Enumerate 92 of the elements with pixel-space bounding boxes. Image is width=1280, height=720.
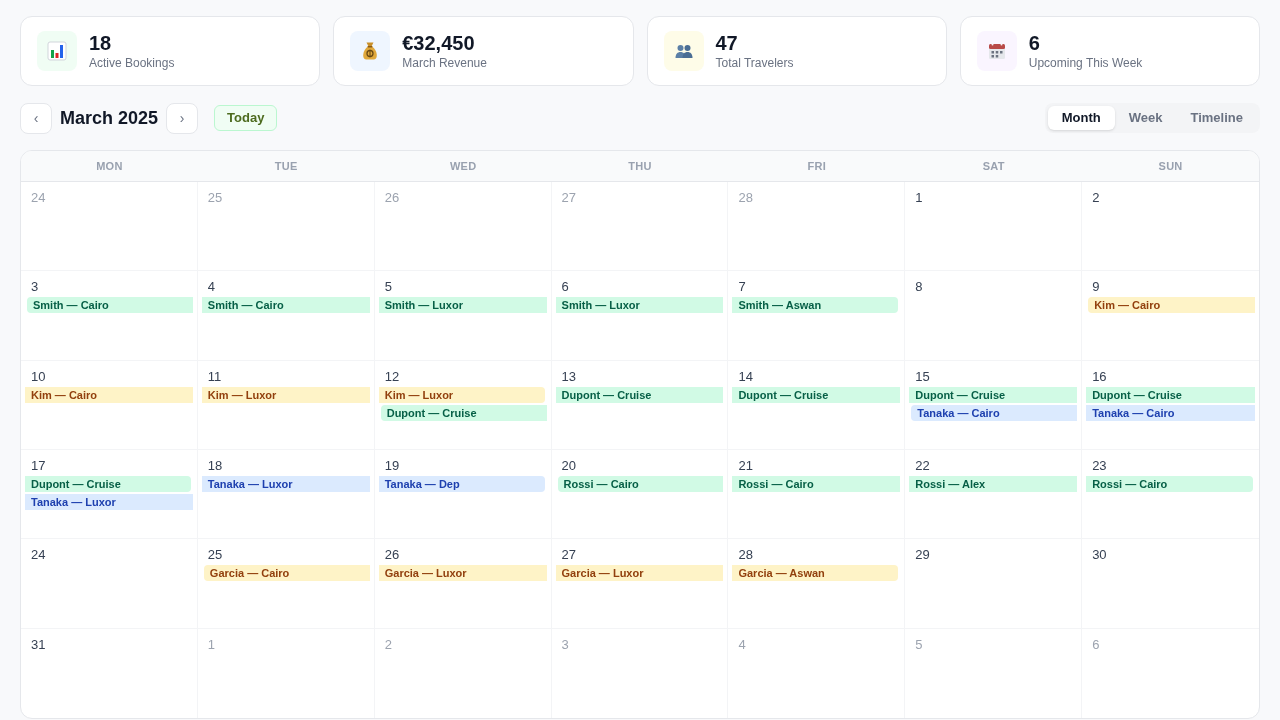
next-month-button[interactable]: ›: [166, 102, 199, 134]
prev-month-button[interactable]: ‹: [20, 102, 52, 134]
day-number: 12: [384, 368, 400, 385]
weekday-label: MON: [96, 158, 123, 174]
booking-event[interactable]: Tanaka — Cairo: [911, 404, 1078, 421]
booking-event[interactable]: Tanaka — Dep: [378, 476, 545, 492]
weekday-label: WED: [449, 158, 477, 174]
day-number: 3: [561, 636, 569, 653]
booking-event[interactable]: Smith — Cairo: [201, 297, 370, 314]
stat-value: 6: [1028, 31, 1041, 55]
stat-label: Total Travelers: [715, 55, 794, 71]
day-number: 31: [31, 636, 46, 653]
booking-event[interactable]: Dupont — Cruise: [909, 386, 1078, 403]
day-number: 27: [561, 547, 577, 564]
booking-event[interactable]: Kim — Cairo: [25, 386, 193, 403]
day-number: 5: [915, 636, 923, 653]
day-number: 21: [738, 458, 753, 474]
stat-value: 47: [715, 31, 739, 55]
stat-value: €32,450: [402, 31, 476, 55]
booking-event[interactable]: Dupont — Cruise: [732, 386, 901, 403]
booking-event[interactable]: Tanaka — Luxor: [25, 494, 193, 510]
day-number: 2: [384, 636, 392, 653]
day-number: 6: [1092, 636, 1100, 653]
booking-event[interactable]: Garcia — Luxor: [378, 565, 547, 582]
booking-event[interactable]: Dupont — Cruise: [25, 476, 191, 492]
day-number: 20: [561, 458, 577, 474]
day-number: 3: [31, 279, 39, 296]
booking-event[interactable]: Rossi — Alex: [909, 476, 1078, 492]
day-number: 18: [207, 458, 223, 474]
stat-label: Active Bookings: [89, 55, 175, 71]
weekday-label: SAT: [982, 158, 1005, 174]
booking-event[interactable]: Rossi — Cairo: [732, 476, 901, 492]
day-number: 26: [384, 190, 400, 206]
day-number: 10: [31, 368, 46, 385]
day-number: 29: [915, 547, 930, 564]
day-number: 22: [915, 458, 930, 474]
day-number: 19: [384, 458, 400, 474]
stat-value: 18: [89, 31, 113, 55]
weekday-label: FRI: [807, 158, 827, 174]
view-tab[interactable]: Timeline: [1176, 106, 1257, 130]
booking-event[interactable]: Dupont — Cruise: [380, 404, 547, 421]
day-number: 15: [915, 368, 930, 385]
day-number: 7: [738, 279, 746, 296]
booking-event[interactable]: Kim — Cairo: [1088, 297, 1255, 314]
day-number: 6: [561, 279, 569, 296]
day-number: 4: [738, 636, 746, 653]
booking-event[interactable]: Smith — Luxor: [378, 297, 547, 314]
booking-event[interactable]: Dupont — Cruise: [1086, 386, 1255, 403]
day-number: 4: [207, 279, 216, 296]
booking-event[interactable]: Kim — Luxor: [378, 386, 545, 403]
stat-label: Upcoming This Week: [1028, 55, 1143, 71]
day-number: 5: [384, 279, 392, 296]
day-number: 17: [31, 458, 46, 474]
day-number: 23: [1092, 458, 1107, 474]
weekday-label: TUE: [274, 158, 298, 174]
day-number: 24: [31, 547, 46, 564]
booking-event[interactable]: Garcia — Aswan: [732, 565, 899, 582]
booking-event[interactable]: Garcia — Luxor: [555, 565, 724, 582]
stat-label: March Revenue: [402, 55, 487, 71]
day-number: 26: [384, 547, 400, 564]
day-number: 13: [561, 368, 577, 385]
view-tab[interactable]: Week: [1114, 106, 1177, 130]
month-title: March 2025: [60, 107, 159, 130]
weekday-label: THU: [628, 158, 652, 174]
day-number: 1: [207, 636, 216, 653]
booking-event[interactable]: Rossi — Cairo: [557, 476, 724, 492]
booking-event[interactable]: Tanaka — Luxor: [201, 476, 370, 492]
day-number: 27: [561, 190, 577, 206]
booking-event[interactable]: Smith — Aswan: [732, 297, 899, 314]
day-number: 11: [207, 368, 222, 385]
day-number: 30: [1092, 547, 1107, 564]
booking-event[interactable]: Tanaka — Cairo: [1086, 404, 1255, 421]
day-number: 25: [207, 547, 223, 564]
day-number: 1: [915, 190, 923, 206]
day-number: 14: [738, 368, 753, 385]
day-number: 8: [915, 279, 923, 296]
day-number: 9: [1092, 279, 1100, 296]
booking-event[interactable]: Dupont — Cruise: [555, 386, 724, 403]
day-number: 16: [1092, 368, 1107, 385]
booking-event[interactable]: Kim — Luxor: [201, 386, 370, 403]
booking-event[interactable]: Rossi — Cairo: [1086, 476, 1253, 492]
view-tab[interactable]: Month: [1047, 106, 1115, 130]
booking-event[interactable]: Garcia — Cairo: [203, 565, 370, 582]
day-number: 28: [738, 547, 753, 564]
weekday-label: SUN: [1158, 158, 1183, 174]
day-number: 2: [1092, 190, 1100, 206]
day-number: 25: [207, 190, 223, 206]
booking-event[interactable]: Smith — Luxor: [555, 297, 724, 314]
booking-event[interactable]: Smith — Cairo: [27, 297, 193, 314]
day-number: 28: [738, 190, 753, 206]
day-number: 24: [31, 190, 46, 206]
today-button[interactable]: Today: [214, 105, 278, 131]
